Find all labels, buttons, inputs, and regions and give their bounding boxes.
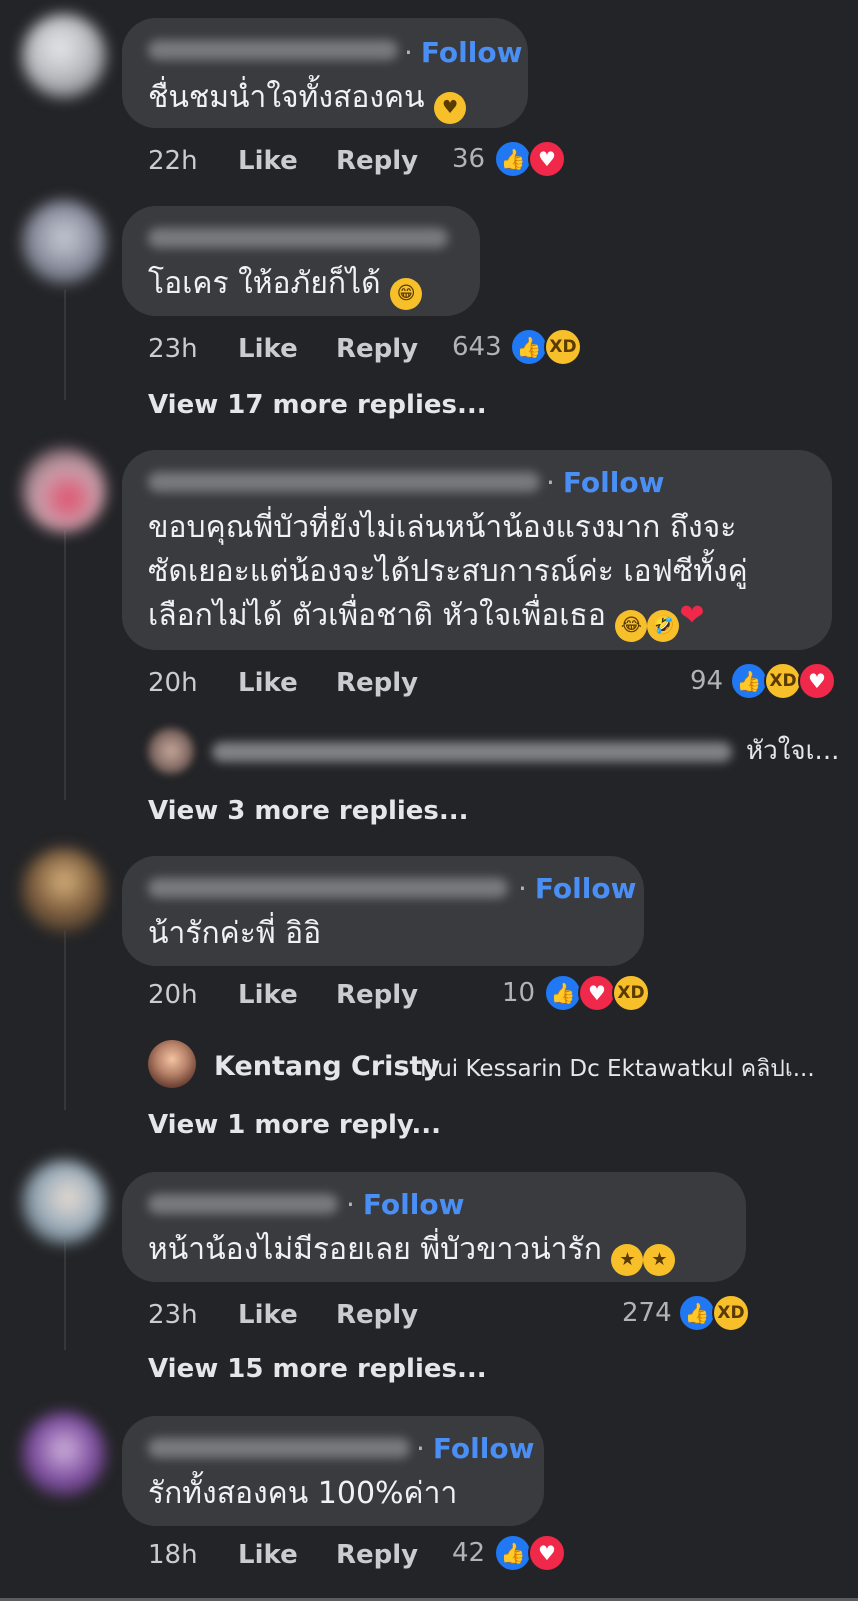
laughing-face-icon: XD — [612, 974, 650, 1012]
comment-text: ชื่นชมน่ำใจทั้งสองคน ♥ — [148, 76, 467, 124]
view-more-replies[interactable]: View 3 more replies... — [148, 796, 469, 826]
like-button[interactable]: Like — [238, 1540, 298, 1570]
comment-text-line: ขอบคุณพี่บัวที่ยังไม่เล่นหน้าน้องแรงมาก … — [148, 510, 737, 545]
thread-line — [64, 290, 66, 400]
comment-time[interactable]: 23h — [148, 334, 198, 364]
rofl-emoji-icon: 🤣 — [647, 610, 680, 642]
like-button[interactable]: Like — [238, 146, 298, 176]
avatar[interactable] — [22, 448, 106, 532]
laughing-face-icon: XD — [764, 662, 802, 700]
heart-icon: ♥ — [798, 662, 836, 700]
thread-line — [64, 530, 66, 800]
grinning-emoji-icon: 😁 — [390, 278, 423, 310]
heart-icon: ♥ — [528, 140, 566, 178]
avatar[interactable] — [22, 14, 106, 98]
reply-avatar[interactable] — [148, 1040, 196, 1088]
author-name[interactable] — [148, 228, 448, 248]
like-button[interactable]: Like — [238, 980, 298, 1010]
author-name[interactable] — [148, 40, 398, 60]
comment-time[interactable]: 20h — [148, 980, 198, 1010]
reaction-count[interactable]: 10 — [502, 978, 535, 1008]
reaction-count[interactable]: 94 — [690, 666, 723, 696]
thread-line — [64, 1240, 66, 1350]
reply-button[interactable]: Reply — [336, 1540, 418, 1570]
heart-icon: ♥ — [528, 1534, 566, 1572]
like-button[interactable]: Like — [238, 1300, 298, 1330]
thumbs-up-icon: 👍 — [730, 662, 768, 700]
author-name[interactable] — [148, 1194, 338, 1214]
reaction-count[interactable]: 42 — [452, 1538, 485, 1568]
thread-line — [64, 930, 66, 1110]
reply-author[interactable] — [212, 742, 732, 762]
laughing-face-icon: XD — [712, 1294, 750, 1332]
reply-avatar[interactable] — [148, 728, 194, 774]
reply-button[interactable]: Reply — [336, 334, 418, 364]
follow-button[interactable]: · Follow — [546, 466, 664, 500]
comment-text: โอเคร ให้อภัยก็ได้ 😁 — [148, 262, 423, 310]
smiling-hearts-emoji-icon: ♥ — [434, 92, 467, 124]
like-button[interactable]: Like — [238, 668, 298, 698]
avatar[interactable] — [22, 1412, 106, 1496]
reaction-count[interactable]: 274 — [622, 1298, 672, 1328]
view-more-replies[interactable]: View 15 more replies... — [148, 1354, 487, 1384]
comment-time[interactable]: 23h — [148, 1300, 198, 1330]
author-name[interactable] — [148, 1438, 410, 1458]
follow-button[interactable]: · Follow — [518, 872, 636, 906]
author-name[interactable] — [148, 472, 540, 492]
view-more-replies[interactable]: View 17 more replies... — [148, 390, 487, 420]
comment-text: รักทั้งสองคน 100%ค่าา — [148, 1476, 458, 1511]
thumbs-up-icon: 👍 — [510, 328, 548, 366]
comment-text: หน้าน้องไม่มีรอยเลย พี่บัวขาวน่ารัก ★ ★ — [148, 1228, 676, 1276]
tears-of-joy-emoji-icon: 😂 — [615, 610, 648, 642]
thumbs-up-icon: 👍 — [544, 974, 582, 1012]
comment-time[interactable]: 22h — [148, 146, 198, 176]
comment-text: น้ารักค่ะพี่ อิอิ — [148, 916, 322, 951]
avatar[interactable] — [22, 1160, 106, 1244]
reply-author[interactable]: Kentang Cristy — [214, 1052, 440, 1082]
comment-time[interactable]: 18h — [148, 1540, 198, 1570]
thumbs-up-icon: 👍 — [494, 1534, 532, 1572]
follow-button[interactable]: · Follow — [404, 36, 522, 70]
view-more-replies[interactable]: View 1 more reply... — [148, 1110, 441, 1140]
reply-preview-text[interactable]: Nui Kessarin Dc Ektawatkul คลิปเ... — [420, 1054, 815, 1084]
comment-time[interactable]: 20h — [148, 668, 198, 698]
reply-button[interactable]: Reply — [336, 146, 418, 176]
reply-button[interactable]: Reply — [336, 1300, 418, 1330]
reply-button[interactable]: Reply — [336, 980, 418, 1010]
comment-text-line: ซัดเยอะแต่น้องจะได้ประสบการณ์ค่ะ เอฟซีทั… — [148, 554, 748, 589]
follow-button[interactable]: · Follow — [346, 1188, 464, 1222]
reaction-count[interactable]: 643 — [452, 332, 502, 362]
laughing-face-icon: XD — [544, 328, 582, 366]
reply-preview-text[interactable]: หัวใจเ... — [746, 736, 839, 766]
avatar[interactable] — [22, 848, 106, 932]
star-struck-emoji-icon: ★ — [611, 1244, 644, 1276]
like-button[interactable]: Like — [238, 334, 298, 364]
comment-text-line: เลือกไม่ได้ ตัวเพื่อชาติ หัวใจเพื่อเธอ 😂… — [148, 594, 705, 642]
heart-icon: ♥ — [578, 974, 616, 1012]
author-name[interactable] — [148, 878, 508, 898]
avatar[interactable] — [22, 200, 106, 284]
red-heart-emoji-icon: ❤ — [679, 598, 705, 633]
reaction-count[interactable]: 36 — [452, 144, 485, 174]
reply-button[interactable]: Reply — [336, 668, 418, 698]
star-struck-emoji-icon: ★ — [643, 1244, 676, 1276]
follow-button[interactable]: · Follow — [416, 1432, 534, 1466]
thumbs-up-icon: 👍 — [494, 140, 532, 178]
thumbs-up-icon: 👍 — [678, 1294, 716, 1332]
